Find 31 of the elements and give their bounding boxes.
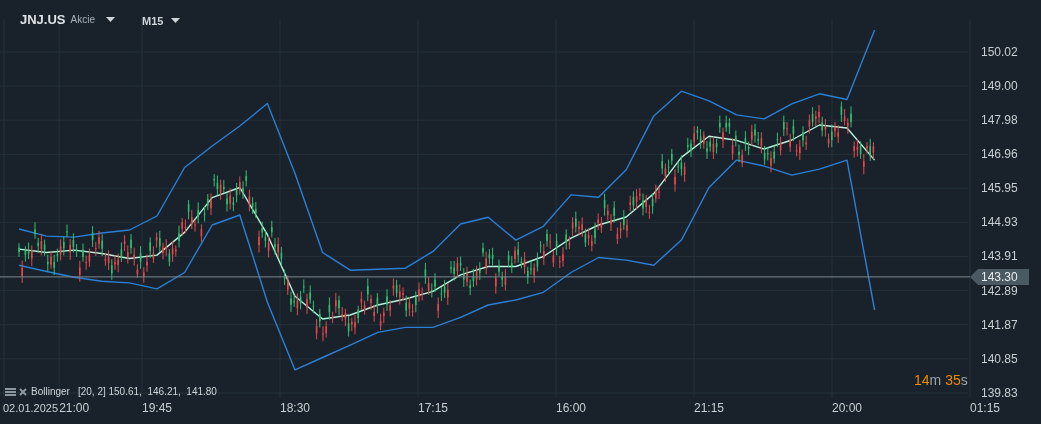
- price-label: 139.83: [981, 386, 1018, 400]
- time-label: 18:30: [280, 401, 310, 415]
- symbol-name[interactable]: JNJ.US: [20, 10, 66, 30]
- countdown-timer: 14m 35s: [914, 371, 968, 390]
- price-label: 145.95: [981, 181, 1018, 196]
- caret-icon[interactable]: [106, 16, 115, 23]
- time-label: 17:15: [418, 401, 448, 415]
- price-label: 150.02: [981, 45, 1018, 59]
- list-icon[interactable]: [5, 387, 16, 396]
- price-label: 141.87: [981, 317, 1018, 332]
- price-label: 146.96: [981, 147, 1018, 162]
- price-label: 147.98: [981, 113, 1018, 128]
- caret-icon[interactable]: [171, 18, 181, 25]
- time-label: 21:15: [694, 401, 724, 415]
- time-label: 16:00: [556, 401, 586, 415]
- timeframe-selector[interactable]: M15: [142, 13, 164, 30]
- close-icon[interactable]: [19, 387, 27, 396]
- price-tag: 143.30: [970, 268, 1029, 285]
- price-label: 142.89: [981, 283, 1018, 298]
- date-label: 02.01.2025: [3, 402, 59, 414]
- price-label: 143.91: [981, 249, 1018, 264]
- time-label: 21:00: [59, 401, 90, 415]
- time-label: 01:15: [970, 401, 1000, 415]
- price-label: 149.00: [981, 79, 1018, 94]
- price-label: 140.85: [981, 351, 1018, 366]
- price-label: 144.93: [981, 215, 1018, 230]
- indicator-values: [20, 2] 150.61, 146.21, 141.80: [77, 385, 217, 399]
- time-label: 20:00: [832, 401, 862, 415]
- indicator-name: Bollinger: [31, 385, 70, 399]
- asset-type: Akcie: [70, 13, 95, 28]
- time-label: 19:45: [142, 401, 172, 415]
